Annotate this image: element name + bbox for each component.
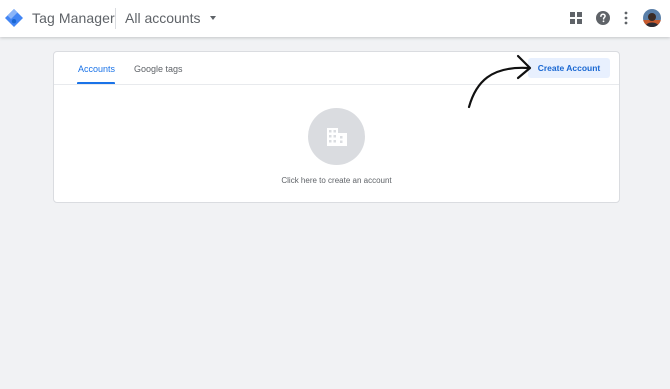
tab-google-tags[interactable]: Google tags bbox=[134, 64, 183, 74]
create-account-label: Create Account bbox=[537, 63, 601, 73]
tab-accounts[interactable]: Accounts bbox=[78, 64, 115, 74]
avatar[interactable] bbox=[643, 9, 661, 27]
empty-state-message[interactable]: Click here to create an account bbox=[54, 176, 619, 185]
active-tab-indicator bbox=[77, 82, 115, 84]
help-icon[interactable] bbox=[596, 11, 610, 25]
empty-state-illustration[interactable] bbox=[308, 108, 365, 165]
header-divider bbox=[115, 8, 116, 29]
app-bar: Tag Manager All accounts bbox=[0, 0, 670, 37]
product-name: Tag Manager bbox=[32, 10, 115, 26]
account-switcher[interactable]: All accounts bbox=[125, 10, 217, 26]
annotation-arrow-icon bbox=[467, 54, 532, 109]
building-icon bbox=[326, 127, 347, 146]
more-vert-icon[interactable] bbox=[620, 11, 632, 25]
create-account-button[interactable]: Create Account bbox=[528, 58, 610, 78]
tag-manager-logo-icon[interactable] bbox=[5, 9, 23, 27]
apps-grid-icon[interactable] bbox=[570, 12, 582, 24]
dropdown-caret-icon bbox=[210, 16, 217, 20]
account-switcher-label: All accounts bbox=[125, 10, 201, 26]
